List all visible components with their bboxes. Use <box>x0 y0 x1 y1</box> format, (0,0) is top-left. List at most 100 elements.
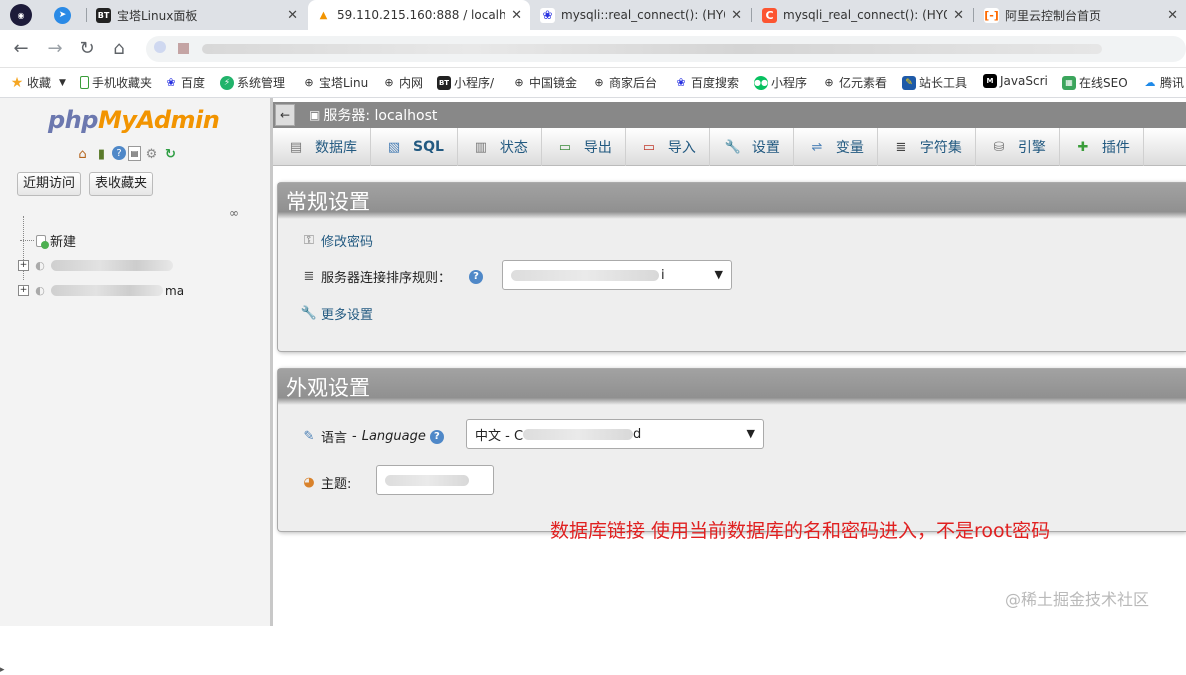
bookmark-item[interactable]: ●● 小程序 <box>754 74 807 91</box>
bt-icon: BT <box>96 7 111 23</box>
tree-item-database[interactable]: + ◐ <box>18 253 184 278</box>
link-icon[interactable]: ∞ <box>229 206 239 220</box>
aliyun-icon: [-] <box>984 7 999 23</box>
chevron-down-icon: ▼ <box>746 427 755 440</box>
url-field[interactable] <box>146 36 1186 62</box>
tab-variables[interactable]: ⇌ 变量 <box>794 128 878 166</box>
bookmark-item[interactable]: ⊕ 商家后台 <box>592 74 657 91</box>
server-label[interactable]: 服务器: localhost <box>323 105 437 125</box>
tab-pinned-1[interactable]: ◉ <box>2 0 42 30</box>
bookmark-item[interactable]: ⊕ 宝塔Linu <box>302 74 368 91</box>
theme-select[interactable] <box>376 465 494 495</box>
tab-phpmyadmin[interactable]: ▲ 59.110.215.160:888 / localh ✕ <box>308 0 530 30</box>
exit-icon[interactable]: ▮ <box>93 146 110 163</box>
url-text-blurred <box>202 44 1102 54</box>
tab-settings[interactable]: 🔧 设置 <box>710 128 794 166</box>
change-password-link[interactable]: ⚿ 修改密码 <box>300 231 373 250</box>
site-favicon-icon <box>178 43 189 54</box>
back-icon[interactable]: ← <box>10 38 32 59</box>
help-icon[interactable]: ? <box>469 269 484 284</box>
tab-sql[interactable]: ▧ SQL <box>371 128 458 166</box>
bookmark-item[interactable]: ⚡ 系统管理 <box>220 74 285 91</box>
site-info-icon[interactable] <box>154 41 166 53</box>
bookmark-favorites[interactable]: ★ 收藏 ▼ <box>10 74 66 91</box>
pma-main-panel: ← ▣ 服务器: localhost ▤ 数据库 ▧ SQL ▥ 状态 ▭ 导出 ▭ 导入… <box>273 98 1186 626</box>
database-tree: 新建 + ◐ + ◐ ma <box>18 216 184 303</box>
js-icon: M <box>983 74 997 88</box>
tree-item-new[interactable]: 新建 <box>20 228 184 253</box>
close-icon[interactable]: ✕ <box>287 8 298 23</box>
tab-import[interactable]: ▭ 导入 <box>626 128 710 166</box>
help-icon[interactable]: ? <box>429 429 444 444</box>
bookmark-item[interactable]: ⊕ 亿元素看 <box>822 74 887 91</box>
expand-icon[interactable]: + <box>18 285 29 296</box>
bookmark-item[interactable]: M JavaScri <box>983 74 1048 88</box>
collation-label: 服务器连接排序规则： <box>321 271 452 286</box>
forward-icon[interactable]: → <box>44 38 66 59</box>
reload-icon[interactable]: ↻ <box>162 146 179 163</box>
bookmark-item[interactable]: ⊕ 内网 <box>382 74 423 91</box>
bookmark-item[interactable]: ❀ 百度 <box>164 74 205 91</box>
star-icon: ★ <box>10 74 24 91</box>
home-icon[interactable]: ⌂ <box>108 38 130 59</box>
tool-icon: ✎ <box>902 75 916 90</box>
collapse-nav-button[interactable]: ← <box>275 104 295 126</box>
tab-mysqli-2[interactable]: C mysqli_real_connect(): (HY0 ✕ <box>754 0 972 30</box>
collapse-nav-arrow-icon[interactable]: ▸ <box>0 665 5 675</box>
close-icon[interactable]: ✕ <box>731 8 742 23</box>
reload-icon[interactable]: ↻ <box>76 38 98 59</box>
annotation-text: 数据库链接 使用当前数据库的名和密码进入，不是root密码 <box>550 520 1051 542</box>
home-icon[interactable]: ⌂ <box>74 146 91 163</box>
pma-icon: ▲ <box>316 7 331 23</box>
tab-charset[interactable]: ≣ 字符集 <box>878 128 976 166</box>
address-bar-row: ← → ↻ ⌂ <box>0 30 1186 68</box>
bookmark-label: 系统管理 <box>237 76 286 90</box>
sql-icon: ▧ <box>387 139 401 155</box>
telegram-icon: ➤ <box>54 6 71 24</box>
server-breadcrumb: ← ▣ 服务器: localhost <box>273 102 1186 128</box>
favorite-tables-button[interactable]: 表收藏夹 <box>89 172 154 196</box>
docs-icon[interactable]: ▤ <box>128 146 141 161</box>
tab-mysqli-1[interactable]: ❀ mysqli::real_connect(): (HY0 ✕ <box>532 0 750 30</box>
baidu-paw-icon: ❀ <box>166 76 176 89</box>
collation-select[interactable]: i ▼ <box>502 260 732 290</box>
tab-aliyun[interactable]: [-] 阿里云控制台首页 ✕ <box>976 0 1186 30</box>
bookmark-item[interactable]: ▦ 在线SEO <box>1062 74 1128 91</box>
tab-databases[interactable]: ▤ 数据库 <box>273 128 371 166</box>
bookmark-label: 腾讯 <box>1160 76 1185 90</box>
bookmark-item[interactable]: ❀ 百度搜索 <box>674 74 739 91</box>
recent-tables-button[interactable]: 近期访问 <box>17 172 82 196</box>
tab-pinned-2[interactable]: ➤ <box>46 0 82 30</box>
tab-status[interactable]: ▥ 状态 <box>458 128 542 166</box>
appearance-settings-panel: 外观设置 ✎ 语言 - Language ? 中文 - C d ▼ ◕ 主题: <box>277 368 1186 532</box>
bookmark-item[interactable]: ☁ 腾讯 <box>1143 74 1185 91</box>
tree-item-database[interactable]: + ◐ ma <box>18 278 184 303</box>
expand-icon[interactable]: + <box>18 260 29 271</box>
database-icon: ◐ <box>35 259 45 272</box>
pma-logo[interactable]: phpMyAdmin <box>48 106 220 134</box>
close-icon[interactable]: ✕ <box>511 8 522 23</box>
system-icon: ⚡ <box>220 75 234 90</box>
bookmarks-bar: ★ 收藏 ▼ 手机收藏夹 ❀ 百度 ⚡ 系统管理 ⊕ 宝塔Linu ⊕ 内网 B… <box>0 68 1186 98</box>
globe-icon: ⊕ <box>304 76 314 89</box>
gear-icon[interactable]: ⚙ <box>143 146 160 163</box>
close-icon[interactable]: ✕ <box>953 8 964 23</box>
bookmark-item[interactable]: BT 小程序/ <box>437 74 494 91</box>
bookmark-item[interactable]: ⊕ 中国镜金 <box>512 74 577 91</box>
more-settings-link[interactable]: 🔧 更多设置 <box>300 304 373 323</box>
chevron-down-icon: ▼ <box>59 77 66 88</box>
tab-title: mysqli_real_connect(): (HY0 <box>783 8 948 22</box>
tab-label: 数据库 <box>315 140 357 156</box>
tab-plugins[interactable]: ✚ 插件 <box>1060 128 1144 166</box>
tab-export[interactable]: ▭ 导出 <box>542 128 626 166</box>
close-icon[interactable]: ✕ <box>1167 8 1178 23</box>
bookmark-item[interactable]: ✎ 站长工具 <box>902 74 967 91</box>
tab-engines[interactable]: ⛁ 引擎 <box>976 128 1060 166</box>
tab-separator <box>86 8 87 22</box>
bookmark-item[interactable]: 手机收藏夹 <box>80 74 152 91</box>
phone-icon <box>80 76 89 89</box>
language-select[interactable]: 中文 - C d ▼ <box>466 419 764 449</box>
seo-icon: ▦ <box>1062 75 1076 90</box>
help-icon[interactable]: ? <box>112 146 126 160</box>
tab-bt-panel[interactable]: BT 宝塔Linux面板 ✕ <box>88 0 306 30</box>
